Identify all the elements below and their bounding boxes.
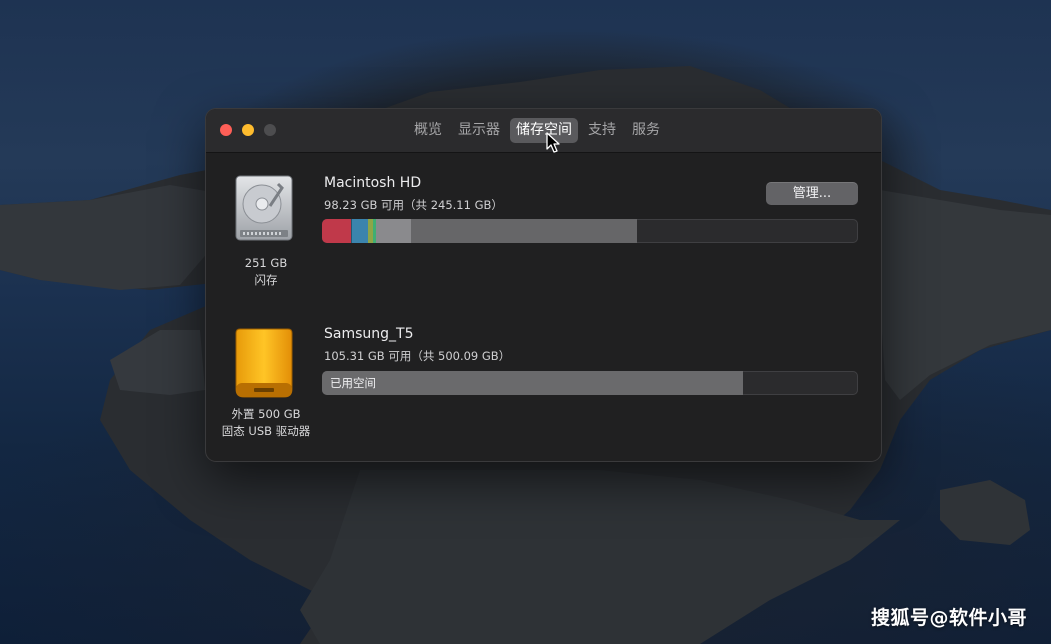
usage-segment: [410, 219, 637, 243]
usage-segment: [351, 219, 368, 243]
usage-segment: [322, 219, 351, 243]
disk-1-type-caption: 闪存: [254, 273, 278, 287]
external-ssd-icon: [235, 328, 293, 398]
usage-segment: [375, 219, 411, 243]
close-button[interactable]: [220, 124, 232, 136]
tab-displays[interactable]: 显示器: [452, 118, 506, 143]
manage-button[interactable]: 管理...: [766, 182, 858, 205]
minimize-button[interactable]: [242, 124, 254, 136]
disk-2-usage-bar: 已用空间: [322, 371, 858, 395]
disk-1-capacity: 98.23 GB 可用（共 245.11 GB）: [324, 198, 503, 212]
tab-support[interactable]: 支持: [582, 118, 622, 143]
disk-1-size-caption: 251 GB: [244, 256, 288, 270]
disk-2-name: Samsung_T5: [324, 326, 414, 342]
tab-storage[interactable]: 储存空间: [510, 118, 578, 143]
disk-2-type-caption: 固态 USB 驱动器: [221, 424, 311, 438]
disk-2-capacity: 105.31 GB 可用（共 500.09 GB）: [324, 349, 511, 363]
disk-1-usage-bar: [322, 219, 858, 243]
zoom-button: [264, 124, 276, 136]
disk-1-name: Macintosh HD: [324, 175, 422, 191]
usage-segment: [322, 371, 743, 395]
disk-2-size-caption: 外置 500 GB: [231, 407, 301, 421]
storage-window: 概览 显示器 储存空间 支持 服务 251 GB 闪存 Macintosh HD…: [206, 109, 881, 461]
toolbar-tabs: 概览 显示器 储存空间 支持 服务: [406, 118, 668, 143]
used-space-label: 已用空间: [330, 376, 376, 390]
hard-drive-icon: [235, 175, 293, 241]
tab-service[interactable]: 服务: [626, 118, 666, 143]
watermark: 搜狐号@软件小哥: [870, 607, 1027, 629]
titlebar: 概览 显示器 储存空间 支持 服务: [206, 109, 881, 153]
mouse-cursor-icon: [546, 132, 560, 153]
tab-overview[interactable]: 概览: [408, 118, 448, 143]
